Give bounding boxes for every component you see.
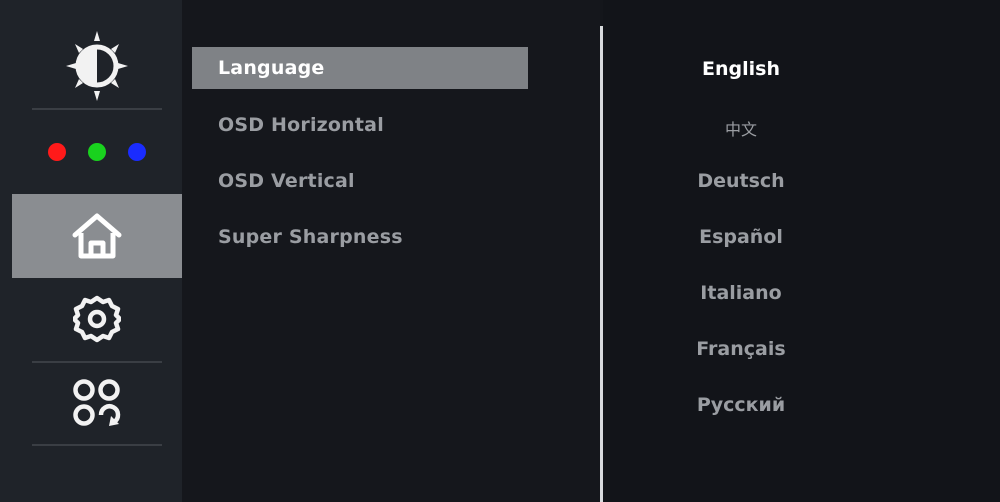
sidebar-divider	[32, 444, 162, 446]
menu-item-language[interactable]: Language	[192, 47, 528, 89]
brightness-contrast-icon	[66, 31, 128, 101]
menu-item-label: OSD Horizontal	[218, 114, 384, 136]
sidebar-item-other[interactable]	[12, 364, 182, 442]
menu-item-super-sharpness[interactable]: Super Sharpness	[192, 216, 528, 258]
sidebar-item-home[interactable]	[12, 194, 182, 278]
menu-item-label: Language	[218, 57, 325, 79]
language-option-francais[interactable]: Français	[643, 338, 839, 360]
category-sidebar	[0, 0, 182, 502]
language-option-espanol[interactable]: Español	[643, 226, 839, 248]
other-settings-icon	[73, 379, 121, 426]
home-icon	[72, 213, 122, 259]
sidebar-divider	[32, 108, 162, 110]
menu-item-label: Super Sharpness	[218, 226, 403, 248]
sidebar-divider	[32, 361, 162, 363]
language-option-italiano[interactable]: Italiano	[643, 282, 839, 304]
language-option-deutsch[interactable]: Deutsch	[643, 170, 839, 192]
language-options-panel: English 中文 Deutsch Español Italiano Fran…	[603, 0, 1000, 502]
rgb-color-icon	[48, 143, 146, 161]
sidebar-item-settings[interactable]	[12, 280, 182, 358]
gear-icon	[73, 295, 121, 343]
menu-item-osd-horizontal[interactable]: OSD Horizontal	[192, 104, 528, 146]
language-option-chinese[interactable]: 中文	[643, 116, 839, 140]
sidebar-item-brightness[interactable]	[12, 26, 182, 106]
osd-menu: Language OSD Horizontal OSD Vertical Sup…	[0, 0, 1000, 502]
sidebar-item-color[interactable]	[12, 112, 182, 192]
language-option-russian[interactable]: Русский	[643, 394, 839, 416]
menu-item-label: OSD Vertical	[218, 170, 355, 192]
language-option-english[interactable]: English	[643, 58, 839, 80]
menu-item-osd-vertical[interactable]: OSD Vertical	[192, 160, 528, 202]
submenu-panel: Language OSD Horizontal OSD Vertical Sup…	[182, 0, 600, 502]
